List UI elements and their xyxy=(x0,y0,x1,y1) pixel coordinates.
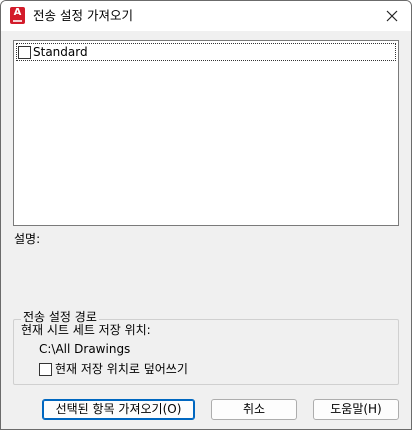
transmittal-setups-list[interactable]: Standard xyxy=(13,40,399,226)
list-item[interactable]: Standard xyxy=(16,43,396,61)
help-button[interactable]: 도움말(H) xyxy=(313,399,399,420)
app-icon-letter: A xyxy=(13,7,22,18)
overwrite-label[interactable]: 현재 저장 위치로 덮어쓰기 xyxy=(55,362,188,376)
description-label: 설명: xyxy=(14,232,41,246)
title-bar: A 전송 설정 가져오기 xyxy=(1,1,411,31)
app-icon: A xyxy=(10,7,25,24)
import-selected-button[interactable]: 선택된 항목 가져오기(O) xyxy=(42,399,195,420)
dialog-title: 전송 설정 가져오기 xyxy=(33,8,133,23)
import-transmittal-setups-dialog: A 전송 설정 가져오기 Standard 설명: 전송 설정 경로 현재 시트… xyxy=(0,0,412,430)
sheet-set-location-label: 현재 시트 세트 저장 위치: xyxy=(21,323,151,337)
cancel-button[interactable]: 취소 xyxy=(211,399,297,420)
app-icon-stripe xyxy=(13,20,22,22)
sheet-set-location-value: C:\All Drawings xyxy=(39,342,131,356)
close-icon xyxy=(386,10,398,22)
overwrite-checkbox[interactable] xyxy=(39,363,52,376)
close-button[interactable] xyxy=(373,1,411,31)
path-group-legend: 전송 설정 경로 xyxy=(21,310,99,324)
list-item-checkbox[interactable] xyxy=(18,46,31,59)
list-item-label: Standard xyxy=(33,45,88,59)
